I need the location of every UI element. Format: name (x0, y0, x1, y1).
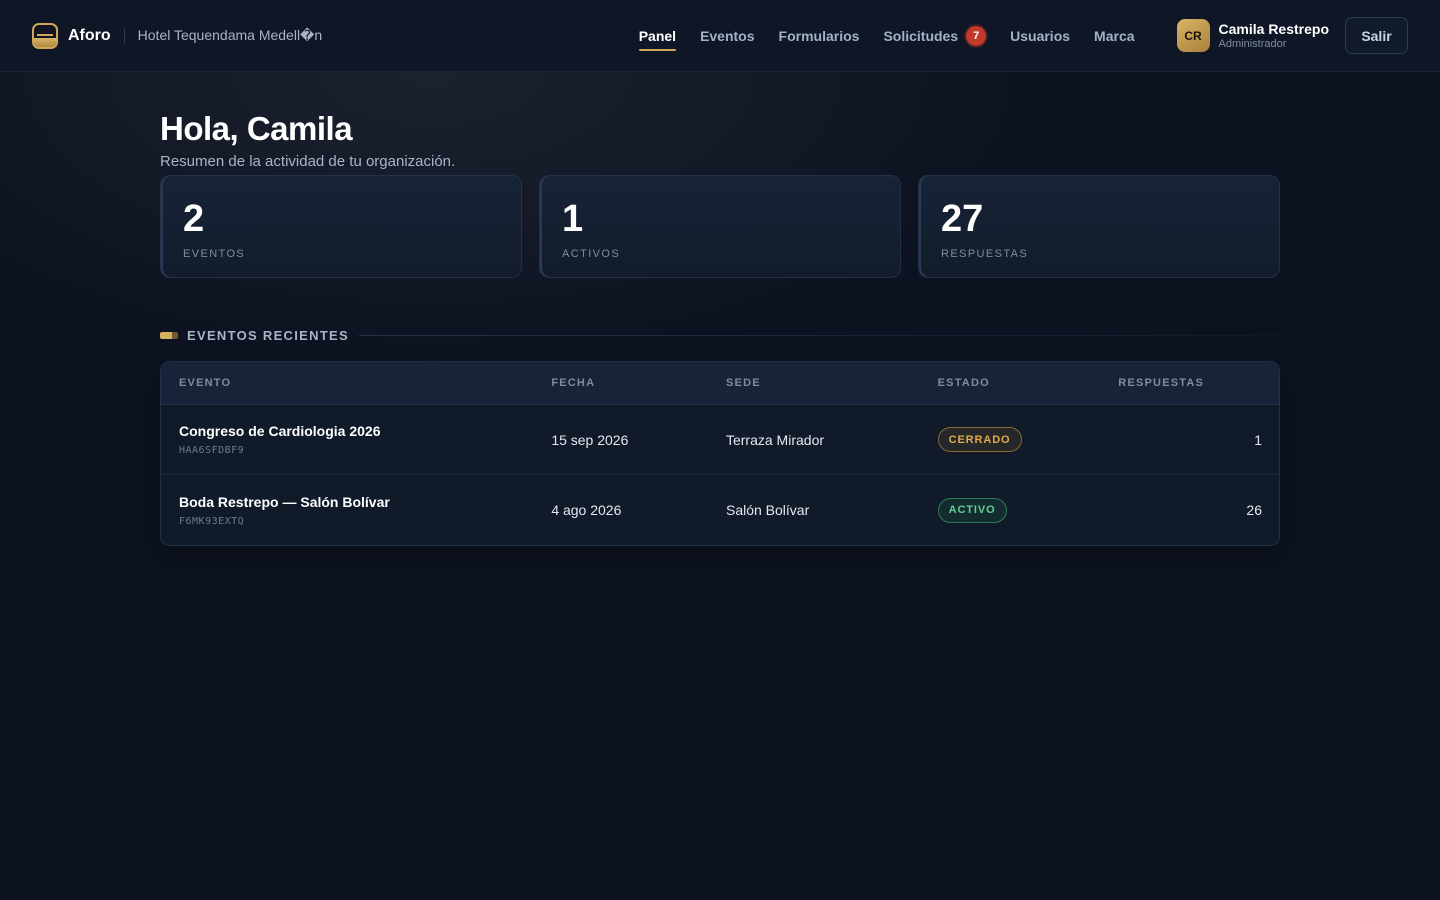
recent-events-table: EVENTO FECHA SEDE ESTADO RESPUESTAS Cong… (160, 361, 1280, 546)
stat-card-eventos: 2 EVENTOS (160, 175, 522, 278)
nav-solicitudes[interactable]: Solicitudes 7 (883, 0, 987, 72)
stat-label: ACTIVOS (562, 248, 621, 260)
event-cell: Congreso de Cardiologia 2026 HAA6SFDBF9 (161, 423, 551, 456)
user-info: Camila Restrepo Administrador (1219, 21, 1329, 51)
nav-formularios[interactable]: Formularios (779, 0, 860, 72)
table-row[interactable]: Boda Restrepo — Salón Bolívar F6MK93EXTQ… (161, 475, 1279, 545)
event-code: F6MK93EXTQ (179, 515, 245, 527)
event-date: 4 ago 2026 (551, 502, 622, 518)
status-badge: CERRADO (937, 427, 1022, 452)
section-divider (359, 334, 1280, 336)
brand[interactable]: Aforo (32, 22, 111, 49)
nav-panel[interactable]: Panel (638, 0, 677, 72)
nav-solicitudes-label: Solicitudes (883, 27, 959, 44)
user-menu[interactable]: CR Camila Restrepo Administrador (1176, 19, 1329, 52)
event-status-cell: CERRADO (937, 427, 1119, 452)
organization-name: Hotel Tequendama Medell�n (137, 27, 323, 43)
column-header-sede: SEDE (726, 377, 761, 389)
user-role: Administrador (1218, 37, 1287, 50)
event-code: HAA6SFDBF9 (179, 445, 245, 456)
section-marker-icon (160, 331, 178, 339)
dashboard-main: Hola, Camila Resumen de la actividad de … (160, 72, 1280, 546)
status-badge: ACTIVO (937, 497, 1007, 523)
stat-card-activos: 1 ACTIVOS (539, 175, 901, 278)
stat-value: 27 (941, 198, 984, 240)
event-responses: 26 (1246, 502, 1262, 518)
logout-button[interactable]: Salir (1345, 17, 1408, 54)
event-name[interactable]: Boda Restrepo — Salón Bolívar (179, 494, 551, 511)
column-header-evento: EVENTO (179, 377, 232, 389)
event-status-cell: ACTIVO (937, 497, 1119, 523)
main-nav: Panel Eventos Formularios Solicitudes 7 … (638, 0, 1135, 72)
event-date: 15 sep 2026 (551, 431, 629, 448)
section-header: EVENTOS RECIENTES (160, 326, 1280, 344)
event-cell: Boda Restrepo — Salón Bolívar F6MK93EXTQ (161, 494, 551, 527)
brand-divider (123, 27, 125, 44)
stat-value: 1 (562, 198, 584, 240)
stat-label: EVENTOS (183, 248, 246, 260)
stat-card-respuestas: 27 RESPUESTAS (918, 175, 1280, 278)
event-venue: Salón Bolívar (725, 502, 810, 518)
nav-usuarios[interactable]: Usuarios (1010, 0, 1070, 72)
brand-name: Aforo (68, 26, 111, 44)
column-header-fecha: FECHA (551, 377, 596, 389)
nav-eventos[interactable]: Eventos (700, 0, 754, 72)
page-title: Hola, Camila (160, 110, 353, 147)
event-responses: 1 (1254, 431, 1262, 448)
table-header: EVENTO FECHA SEDE ESTADO RESPUESTAS (161, 362, 1279, 405)
page-subtitle: Resumen de la actividad de tu organizaci… (160, 153, 456, 170)
table-row[interactable]: Congreso de Cardiologia 2026 HAA6SFDBF9 … (161, 405, 1279, 475)
stat-label: RESPUESTAS (941, 248, 1029, 260)
top-navigation-bar: Aforo Hotel Tequendama Medell�n Panel Ev… (0, 0, 1440, 72)
event-venue: Terraza Mirador (725, 431, 825, 448)
column-header-respuestas: RESPUESTAS (1118, 377, 1205, 389)
stat-value: 2 (183, 198, 205, 240)
notification-badge: 7 (966, 25, 987, 46)
column-header-estado: ESTADO (937, 377, 990, 389)
event-name[interactable]: Congreso de Cardiologia 2026 (179, 423, 551, 440)
stats-row: 2 EVENTOS 1 ACTIVOS 27 RESPUESTAS (160, 175, 1280, 278)
nav-marca[interactable]: Marca (1094, 0, 1134, 72)
section-title: EVENTOS RECIENTES (187, 327, 350, 343)
avatar: CR (1176, 19, 1210, 52)
user-name: Camila Restrepo (1218, 20, 1329, 37)
aforo-logo-icon (32, 22, 58, 49)
